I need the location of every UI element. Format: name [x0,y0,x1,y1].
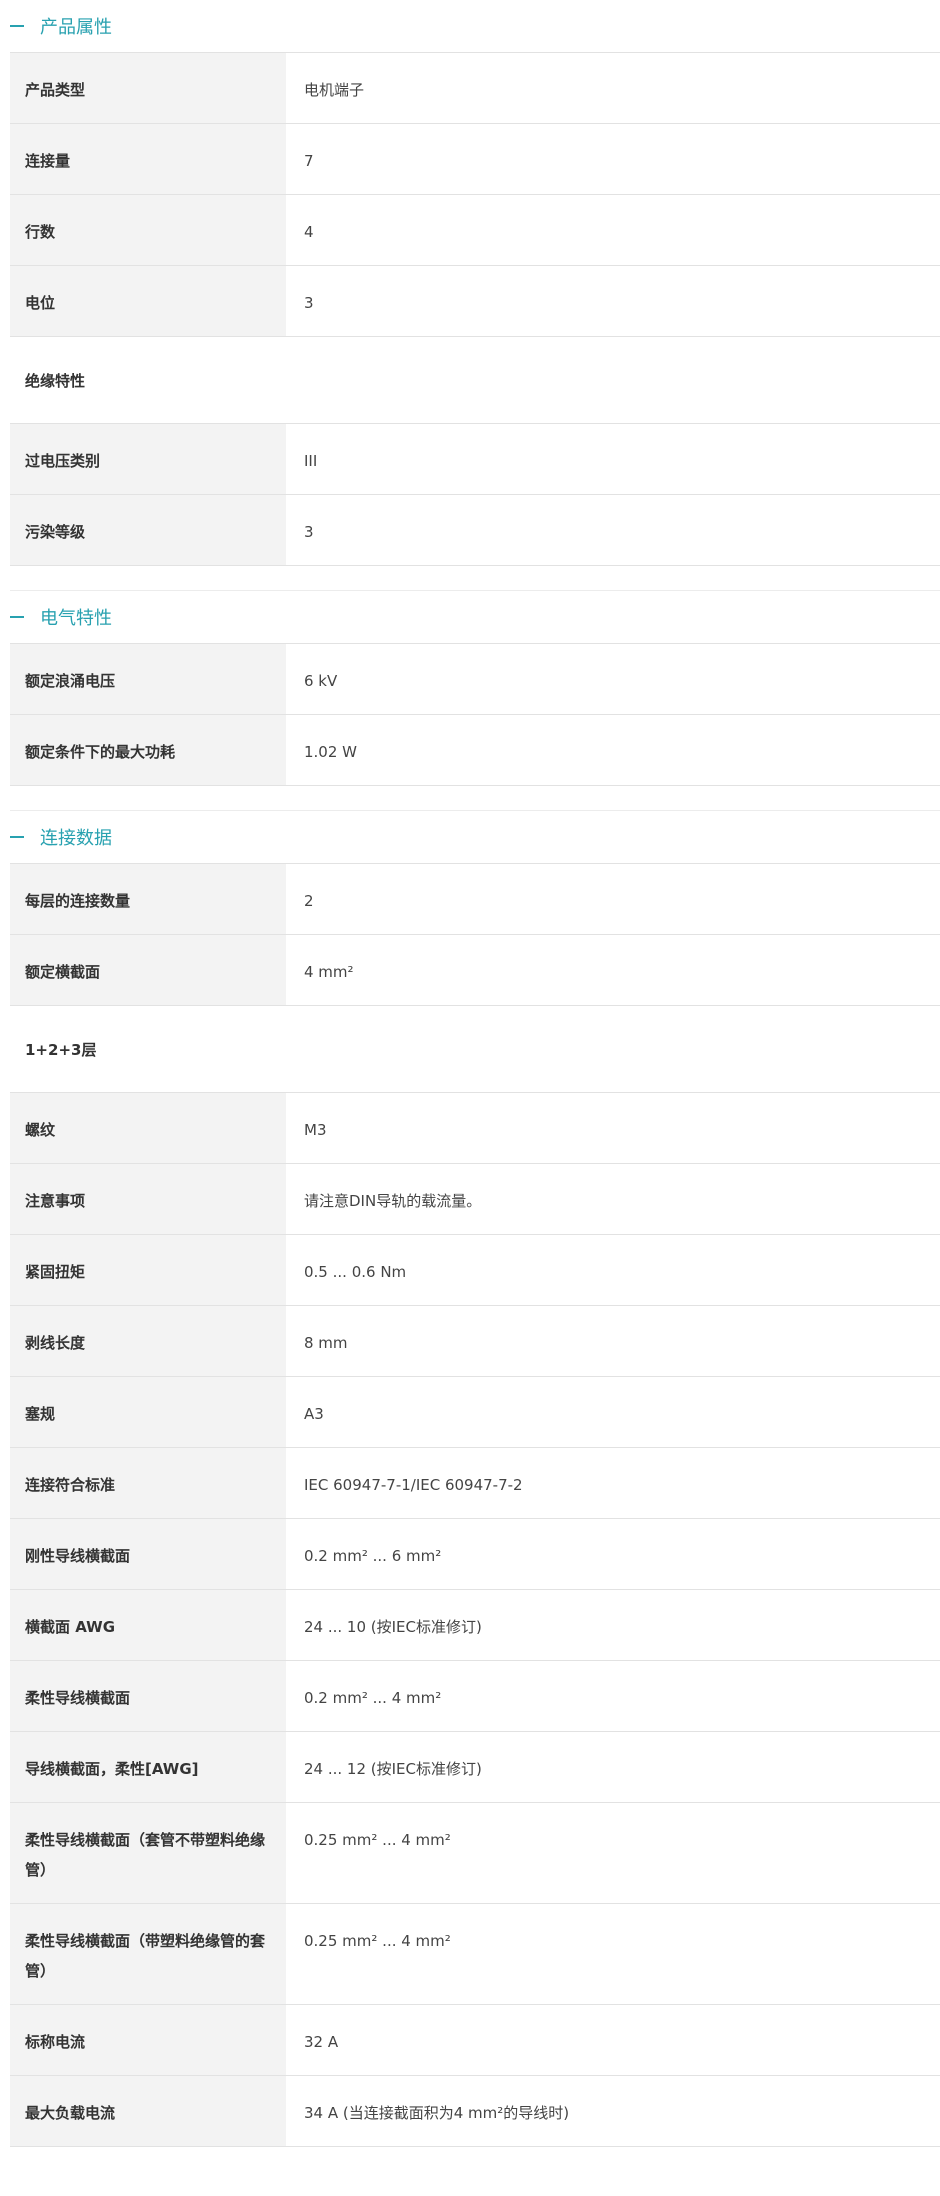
section-header-product[interactable]: 产品属性 [0,0,940,52]
row-label: 额定浪涌电压 [10,644,286,714]
row-label: 产品类型 [10,53,286,123]
row-label: 剥线长度 [10,1306,286,1376]
row-label: 连接符合标准 [10,1448,286,1518]
subgroup-title: 绝缘特性 [25,371,86,390]
spec-table-connection: 每层的连接数量 2 额定横截面 4 mm² [10,863,940,1006]
row-value: 32 A [304,2033,339,2051]
table-row: 每层的连接数量 2 [10,864,940,935]
row-label: 导线横截面，柔性[AWG] [10,1732,286,1802]
row-value: III [304,452,318,470]
row-value: IEC 60947-7-1/IEC 60947-7-2 [304,1476,523,1494]
row-value: 0.25 mm² ... 4 mm² [304,1932,451,1950]
row-value: 7 [304,152,314,170]
section-title: 电气特性 [40,608,112,629]
row-value: 请注意DIN导轨的载流量。 [304,1192,482,1210]
table-row: 柔性导线横截面 0.2 mm² ... 4 mm² [10,1661,940,1732]
row-value: 0.5 ... 0.6 Nm [304,1263,407,1281]
spec-table-layers: 螺纹 M3 注意事项 请注意DIN导轨的载流量。 紧固扭矩 0.5 ... 0.… [10,1092,940,2147]
row-label: 柔性导线横截面（套管不带塑料绝缘管） [10,1803,286,1903]
row-value: M3 [304,1121,327,1139]
table-row: 注意事项 请注意DIN导轨的载流量。 [10,1164,940,1235]
section-header-electrical[interactable]: 电气特性 [0,591,940,643]
minus-icon [10,25,24,27]
table-row: 导线横截面，柔性[AWG] 24 ... 12 (按IEC标准修订) [10,1732,940,1803]
section-title: 产品属性 [40,17,112,38]
row-label: 紧固扭矩 [10,1235,286,1305]
row-label: 螺纹 [10,1093,286,1163]
row-value: 2 [304,892,314,910]
table-row: 行数 4 [10,195,940,266]
row-label: 柔性导线横截面 [10,1661,286,1731]
row-value: 6 kV [304,672,338,690]
spec-page: 产品属性 产品类型 电机端子 连接量 7 行数 4 电位 3 绝缘特性 过电压类… [0,0,940,2196]
minus-icon [10,836,24,838]
table-row: 过电压类别 III [10,424,940,495]
row-label: 柔性导线横截面（带塑料绝缘管的套管） [10,1904,286,2004]
section-divider [10,566,940,591]
row-label: 塞规 [10,1377,286,1447]
row-label: 行数 [10,195,286,265]
row-value: 8 mm [304,1334,348,1352]
section-header-connection[interactable]: 连接数据 [0,811,940,863]
row-value: 4 [304,223,314,241]
row-value: 4 mm² [304,963,354,981]
table-row: 横截面 AWG 24 ... 10 (按IEC标准修订) [10,1590,940,1661]
row-value: 0.25 mm² ... 4 mm² [304,1831,451,1849]
row-label: 连接量 [10,124,286,194]
row-label: 额定横截面 [10,935,286,1005]
minus-icon [10,616,24,618]
row-value: 0.2 mm² ... 6 mm² [304,1547,442,1565]
spec-table-electrical: 额定浪涌电压 6 kV 额定条件下的最大功耗 1.02 W [10,643,940,786]
table-row: 标称电流 32 A [10,2005,940,2076]
section-divider [10,786,940,811]
table-row: 电位 3 [10,266,940,337]
table-row: 污染等级 3 [10,495,940,566]
row-label: 电位 [10,266,286,336]
table-row: 连接量 7 [10,124,940,195]
row-value: 24 ... 12 (按IEC标准修订) [304,1760,482,1778]
row-label: 最大负载电流 [10,2076,286,2146]
subgroup-title: 1+2+3层 [25,1040,97,1059]
table-row: 连接符合标准 IEC 60947-7-1/IEC 60947-7-2 [10,1448,940,1519]
section-title: 连接数据 [40,828,112,849]
spec-table-product: 产品类型 电机端子 连接量 7 行数 4 电位 3 [10,52,940,337]
row-label: 每层的连接数量 [10,864,286,934]
table-row: 塞规 A3 [10,1377,940,1448]
spec-table-insulation: 过电压类别 III 污染等级 3 [10,423,940,566]
row-value: 1.02 W [304,743,357,761]
row-label: 过电压类别 [10,424,286,494]
table-row: 螺纹 M3 [10,1093,940,1164]
table-row: 额定横截面 4 mm² [10,935,940,1006]
table-row: 最大负载电流 34 A (当连接截面积为4 mm²的导线时) [10,2076,940,2147]
row-value: 0.2 mm² ... 4 mm² [304,1689,442,1707]
row-value: 3 [304,523,314,541]
table-row: 柔性导线横截面（套管不带塑料绝缘管） 0.25 mm² ... 4 mm² [10,1803,940,1904]
table-row: 柔性导线横截面（带塑料绝缘管的套管） 0.25 mm² ... 4 mm² [10,1904,940,2005]
row-label: 刚性导线横截面 [10,1519,286,1589]
row-label: 横截面 AWG [10,1590,286,1660]
row-label: 额定条件下的最大功耗 [10,715,286,785]
table-row: 产品类型 电机端子 [10,53,940,124]
row-value: 34 A (当连接截面积为4 mm²的导线时) [304,2104,570,2122]
table-row: 刚性导线横截面 0.2 mm² ... 6 mm² [10,1519,940,1590]
row-label: 注意事项 [10,1164,286,1234]
table-row: 剥线长度 8 mm [10,1306,940,1377]
row-label: 标称电流 [10,2005,286,2075]
row-value: A3 [304,1405,324,1423]
table-row: 紧固扭矩 0.5 ... 0.6 Nm [10,1235,940,1306]
row-value: 3 [304,294,314,312]
row-label: 污染等级 [10,495,286,565]
table-row: 额定条件下的最大功耗 1.02 W [10,715,940,786]
row-value: 电机端子 [304,81,365,99]
table-row: 额定浪涌电压 6 kV [10,644,940,715]
row-value: 24 ... 10 (按IEC标准修订) [304,1618,482,1636]
